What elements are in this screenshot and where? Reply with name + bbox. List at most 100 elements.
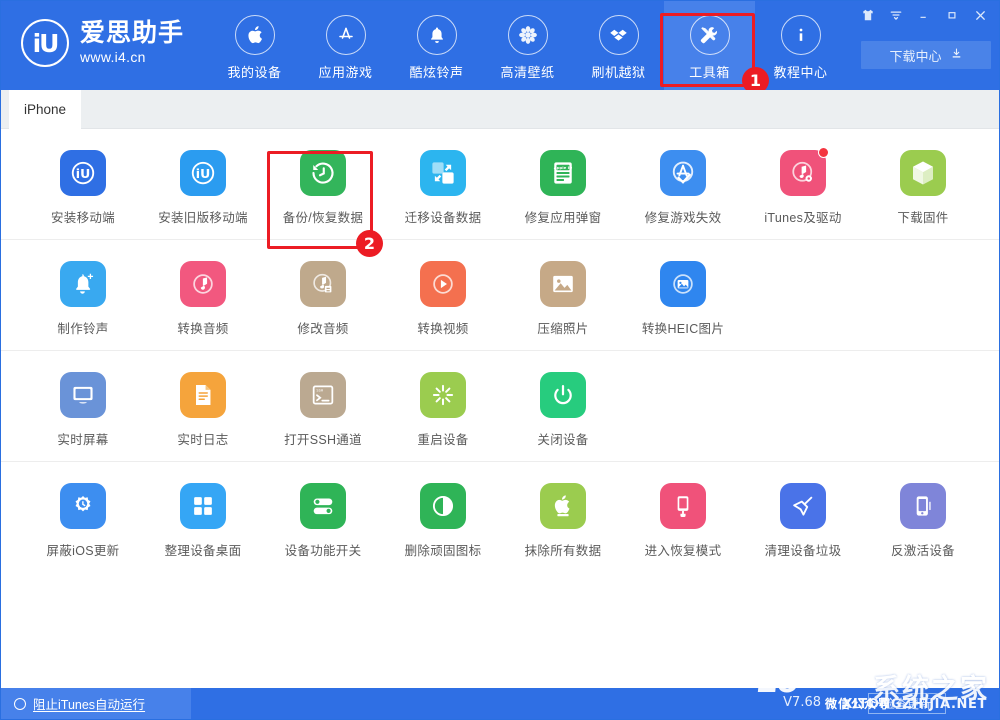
nav-item-flash-jailbreak[interactable]: 刷机越狱: [573, 1, 664, 90]
logo-url: www.i4.cn: [80, 48, 184, 66]
tool-row: 屏蔽iOS更新 整理设备桌面: [1, 462, 1000, 572]
svg-text:iU: iU: [76, 166, 90, 181]
app-header: iU 爱思助手 www.i4.cn 我的设备: [1, 1, 1000, 90]
tool-label: iTunes及驱动: [764, 207, 841, 226]
tool-make-ringtone[interactable]: 制作铃声: [23, 240, 143, 350]
tool-deactivate-device[interactable]: 反激活设备: [863, 462, 983, 572]
tool-label: 进入恢复模式: [645, 540, 722, 559]
check-update-button[interactable]: 检查更新: [868, 693, 946, 714]
prevent-itunes-toggle[interactable]: 阻止iTunes自动运行: [1, 688, 191, 719]
tool-label: 修复游戏失效: [645, 207, 722, 226]
tools-icon: [690, 15, 730, 55]
tool-convert-audio[interactable]: 转换音频: [143, 240, 263, 350]
radio-icon: [14, 698, 26, 710]
nav-label: 刷机越狱: [591, 62, 645, 81]
close-icon[interactable]: [967, 4, 993, 26]
tool-label: 整理设备桌面: [165, 540, 242, 559]
apple-icon: [235, 15, 275, 55]
tool-fix-app-popup[interactable]: Apple ID 修复应用弹窗: [503, 129, 623, 239]
tool-label: 屏蔽iOS更新: [47, 540, 120, 559]
toggles-icon: [300, 483, 346, 529]
tool-convert-video[interactable]: 转换视频: [383, 240, 503, 350]
box-icon: [599, 15, 639, 55]
pie-clock-icon: [420, 483, 466, 529]
download-center-button[interactable]: 下载中心: [861, 41, 991, 69]
restore-clock-icon: [300, 150, 346, 196]
tool-label: 转换音频: [177, 318, 228, 337]
flower-icon: [508, 15, 548, 55]
tool-realtime-screen[interactable]: 实时屏幕: [23, 351, 143, 461]
tool-label: 实时日志: [177, 429, 228, 448]
nav-item-wallpapers[interactable]: 高清壁纸: [482, 1, 573, 90]
monitor-icon: [60, 372, 106, 418]
heic-photo-icon: [660, 261, 706, 307]
skin-icon[interactable]: [855, 4, 881, 26]
nav-label: 高清壁纸: [500, 62, 554, 81]
tool-edit-audio[interactable]: 修改音频: [263, 240, 383, 350]
nav-item-my-device[interactable]: 我的设备: [209, 1, 300, 90]
toolbox-grid: iU 安装移动端 iU 安装旧版移动端: [1, 129, 1000, 689]
nav-label: 酷炫铃声: [409, 62, 463, 81]
apple-erase-icon: [540, 483, 586, 529]
prevent-itunes-label: 阻止iTunes自动运行: [33, 694, 145, 713]
tool-label: 设备功能开关: [285, 540, 362, 559]
tool-row: 制作铃声 转换音频: [1, 240, 1000, 351]
tool-enter-recovery-mode[interactable]: 进入恢复模式: [623, 462, 743, 572]
tool-install-mobile[interactable]: iU 安装移动端: [23, 129, 143, 239]
transfer-icon: [420, 150, 466, 196]
tool-label: 重启设备: [417, 429, 468, 448]
video-play-icon: [420, 261, 466, 307]
tool-restart-device[interactable]: 重启设备: [383, 351, 503, 461]
cube-icon: [900, 150, 946, 196]
tool-erase-all-data[interactable]: 抹除所有数据: [503, 462, 623, 572]
tool-label: 修改音频: [297, 318, 348, 337]
download-center-label: 下载中心: [889, 46, 941, 65]
tool-row: 实时屏幕 实时日志: [1, 351, 1000, 462]
tool-open-ssh[interactable]: SSH 打开SSH通道: [263, 351, 383, 461]
power-icon: [540, 372, 586, 418]
tool-fix-game-failure[interactable]: 修复游戏失效: [623, 129, 743, 239]
tool-remove-stubborn-icons[interactable]: 删除顽固图标: [383, 462, 503, 572]
tool-device-feature-switch[interactable]: 设备功能开关: [263, 462, 383, 572]
music-convert-icon: [180, 261, 226, 307]
itunes-gear-icon: [780, 150, 826, 196]
tool-backup-restore[interactable]: 备份/恢复数据: [263, 129, 383, 239]
info-icon: [781, 15, 821, 55]
tool-install-old-mobile[interactable]: iU 安装旧版移动端: [143, 129, 263, 239]
tool-label: 压缩照片: [537, 318, 588, 337]
tool-realtime-log[interactable]: 实时日志: [143, 351, 263, 461]
tool-label: 安装旧版移动端: [158, 207, 248, 226]
tool-clean-device-junk[interactable]: 清理设备垃圾: [743, 462, 863, 572]
appleid-card-icon: Apple ID: [540, 150, 586, 196]
tool-label: 打开SSH通道: [284, 429, 362, 448]
tool-migrate-data[interactable]: 迁移设备数据: [383, 129, 503, 239]
i4-app-old-icon: iU: [180, 150, 226, 196]
tool-compress-photo[interactable]: 压缩照片: [503, 240, 623, 350]
nav-label: 应用游戏: [318, 62, 372, 81]
tool-download-firmware[interactable]: 下载固件: [863, 129, 983, 239]
tool-label: 抹除所有数据: [525, 540, 602, 559]
menu-icon[interactable]: [883, 4, 909, 26]
minimize-icon[interactable]: [911, 4, 937, 26]
music-edit-icon: [300, 261, 346, 307]
tool-label: 转换视频: [417, 318, 468, 337]
tool-block-ios-update[interactable]: 屏蔽iOS更新: [23, 462, 143, 572]
restart-icon: [420, 372, 466, 418]
bell-plus-icon: [60, 261, 106, 307]
version-label: V7.68: [783, 695, 821, 710]
tool-shutdown-device[interactable]: 关闭设备: [503, 351, 623, 461]
appstore-icon: [326, 15, 366, 55]
tool-convert-heic[interactable]: 转换HEIC图片: [623, 240, 743, 350]
nav-item-apps-games[interactable]: 应用游戏: [300, 1, 391, 90]
tab-iphone[interactable]: iPhone: [9, 90, 81, 129]
device-tabbar: iPhone: [1, 90, 1000, 129]
nav-label: 教程中心: [773, 62, 827, 81]
nav-item-ringtones[interactable]: 酷炫铃声: [391, 1, 482, 90]
svg-text:SSH: SSH: [316, 389, 323, 393]
terminal-icon: SSH: [300, 372, 346, 418]
tab-label: iPhone: [24, 102, 66, 117]
tool-organize-desktop[interactable]: 整理设备桌面: [143, 462, 263, 572]
appstore-check-icon: [660, 150, 706, 196]
tool-itunes-driver[interactable]: iTunes及驱动: [743, 129, 863, 239]
maximize-icon[interactable]: [939, 4, 965, 26]
